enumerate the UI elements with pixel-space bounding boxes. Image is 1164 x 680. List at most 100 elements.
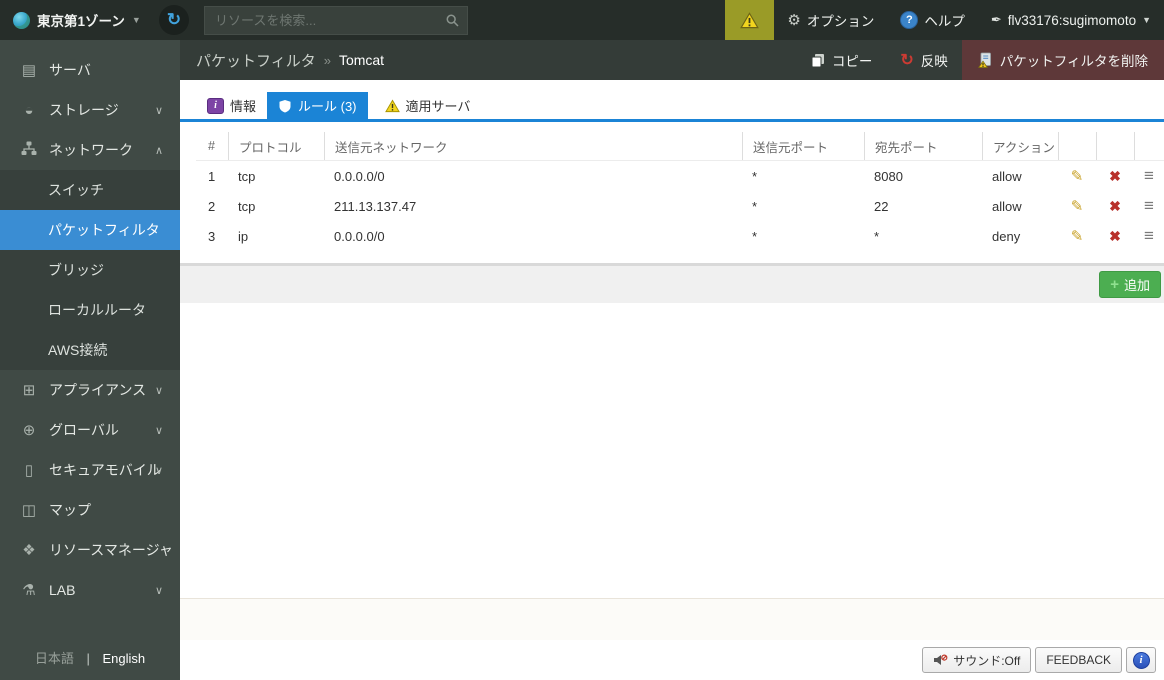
tab-rules[interactable]: ルール (3) (267, 92, 368, 119)
chevron-down-icon: ∨ (154, 464, 163, 477)
help-button[interactable]: ? ヘルプ (887, 10, 978, 30)
speaker-muted-icon (934, 654, 948, 665)
drag-handle-icon[interactable]: ≡ (1144, 226, 1154, 246)
delete-packet-filter-button[interactable]: パケットフィルタを削除 (961, 40, 1164, 80)
edit-icon[interactable]: ✎ (1071, 227, 1084, 245)
chevron-down-icon: ∨ (154, 584, 163, 597)
tab-servers-label: 適用サーバ (405, 99, 471, 114)
account-menu[interactable]: ✒ flv33176:sugimomoto ▼ (978, 12, 1164, 28)
copy-button[interactable]: コピー (797, 40, 887, 80)
sub-item-label: パケットフィルタ (48, 222, 160, 238)
rule-source-port: * (752, 168, 758, 184)
sidebar-item-label: セキュアモバイル (49, 462, 161, 478)
chevron-down-icon: ∨ (154, 384, 163, 397)
apply-button[interactable]: ↻ 反映 (886, 40, 961, 80)
feedback-label: FEEDBACK (1046, 653, 1111, 667)
sidebar-item-server[interactable]: ▤ サーバ (0, 50, 180, 90)
info-icon: i (1132, 651, 1150, 669)
rule-action: deny (992, 228, 1021, 244)
help-icon: ? (900, 11, 919, 29)
add-label: 追加 (1123, 278, 1150, 293)
rule-num: 2 (208, 198, 216, 214)
chevron-down-icon: ▼ (131, 15, 141, 25)
language-en-link[interactable]: English (103, 651, 146, 666)
sidebar-item-global[interactable]: ⊕ グローバル ∨ (0, 410, 180, 450)
rule-action: allow (992, 198, 1022, 214)
refresh-button[interactable]: ↻ (159, 5, 189, 35)
alert-tile-button[interactable] (725, 0, 775, 40)
refresh-icon: ↻ (166, 10, 182, 29)
sidebar-item-aws-connect[interactable]: AWS接続 (0, 330, 180, 370)
sidebar-item-label: サーバ (49, 62, 91, 78)
rule-dest-port: * (874, 228, 880, 244)
sidebar-item-local-router[interactable]: ローカルルータ (0, 290, 180, 330)
delete-row-icon[interactable]: ✖ (1109, 228, 1121, 245)
sidebar-item-packet-filter[interactable]: パケットフィルタ (0, 210, 180, 250)
sidebar-item-label: リソースマネージャ (49, 542, 173, 558)
add-rule-bar: + 追加 (180, 263, 1164, 303)
sidebar: ▤ サーバ ◒ ストレージ ∨ ネットワーク ∧ スイッチ パケットフィルタ ブ… (0, 40, 180, 680)
chevron-down-icon: ∨ (154, 424, 163, 437)
tab-rules-label: ルール (3) (298, 99, 357, 114)
content: i 情報 ルール (3) 適用サーバ # プロトコル 送信元ネットワーク 送信元… (180, 80, 1164, 640)
appliance-icon: ⊞ (22, 382, 36, 399)
drag-handle-icon[interactable]: ≡ (1144, 166, 1154, 186)
plus-icon: + (1110, 276, 1119, 293)
delete-resource-icon (977, 52, 991, 68)
zone-label: 東京第1ゾーン (37, 14, 125, 29)
sidebar-item-label: グローバル (49, 422, 119, 438)
sound-toggle-button[interactable]: サウンド:Off (922, 647, 1032, 673)
main-area: パケットフィルタ » Tomcat コピー ↻ 反映 パケットフィルタを削除 i… (180, 40, 1164, 680)
chevron-down-icon: ▼ (1142, 15, 1151, 25)
rule-protocol: tcp (238, 168, 256, 184)
tab-applied-servers[interactable]: 適用サーバ (374, 92, 482, 119)
copy-icon (811, 53, 824, 67)
language-switcher: 日本語 | English (0, 648, 180, 667)
feedback-button[interactable]: FEEDBACK (1035, 647, 1122, 673)
delete-row-icon[interactable]: ✖ (1109, 198, 1121, 215)
rule-dest-port: 22 (874, 198, 889, 214)
globe-icon: ⊕ (22, 422, 36, 439)
col-header-action: アクション (982, 132, 1058, 160)
search-input[interactable] (213, 11, 446, 29)
sidebar-item-switch[interactable]: スイッチ (0, 170, 180, 210)
rule-source-network: 0.0.0.0/0 (334, 168, 385, 184)
rule-num: 1 (208, 168, 216, 184)
apply-refresh-icon: ↻ (900, 52, 914, 69)
sidebar-item-appliance[interactable]: ⊞ アプライアンス ∨ (0, 370, 180, 410)
search-icon (446, 14, 459, 27)
sidebar-item-bridge[interactable]: ブリッジ (0, 250, 180, 290)
sidebar-item-storage[interactable]: ◒ ストレージ ∨ (0, 90, 180, 130)
sidebar-item-resource-manager[interactable]: ❖ リソースマネージャ (0, 530, 180, 570)
edit-icon[interactable]: ✎ (1071, 167, 1084, 185)
edit-icon[interactable]: ✎ (1071, 197, 1084, 215)
sub-item-label: スイッチ (48, 182, 104, 198)
sidebar-item-lab[interactable]: ⚗ LAB ∨ (0, 570, 180, 610)
account-label: flv33176:sugimomoto (1007, 12, 1137, 28)
shield-icon (279, 99, 291, 112)
warning-icon (384, 98, 400, 112)
sidebar-item-network[interactable]: ネットワーク ∧ (0, 130, 180, 170)
col-header-delete (1096, 132, 1134, 160)
info-button[interactable]: i (1126, 647, 1156, 673)
options-button[interactable]: ⚙ オプション (774, 10, 887, 30)
tab-info[interactable]: i 情報 (196, 92, 267, 119)
flask-icon: ⚗ (22, 582, 36, 599)
drag-handle-icon[interactable]: ≡ (1144, 196, 1154, 216)
tab-info-label: 情報 (230, 99, 257, 114)
rule-protocol: tcp (238, 198, 256, 214)
delete-row-icon[interactable]: ✖ (1109, 168, 1121, 185)
add-rule-button[interactable]: + 追加 (1099, 271, 1161, 298)
chevron-down-icon: ∨ (154, 104, 163, 117)
zone-selector[interactable]: 東京第1ゾーン ▼ (0, 10, 151, 30)
breadcrumb-current: Tomcat (338, 52, 385, 68)
breadcrumb-section[interactable]: パケットフィルタ (196, 50, 316, 71)
sub-item-label: ブリッジ (48, 262, 104, 278)
delete-label: パケットフィルタを削除 (999, 54, 1148, 69)
rule-source-port: * (752, 228, 758, 244)
sidebar-item-secure-mobile[interactable]: ▯ セキュアモバイル ∨ (0, 450, 180, 490)
network-submenu: スイッチ パケットフィルタ ブリッジ ローカルルータ AWS接続 (0, 170, 180, 370)
sidebar-item-map[interactable]: ◫ マップ (0, 490, 180, 530)
sidebar-item-label: マップ (49, 502, 91, 518)
warning-icon (740, 11, 760, 28)
